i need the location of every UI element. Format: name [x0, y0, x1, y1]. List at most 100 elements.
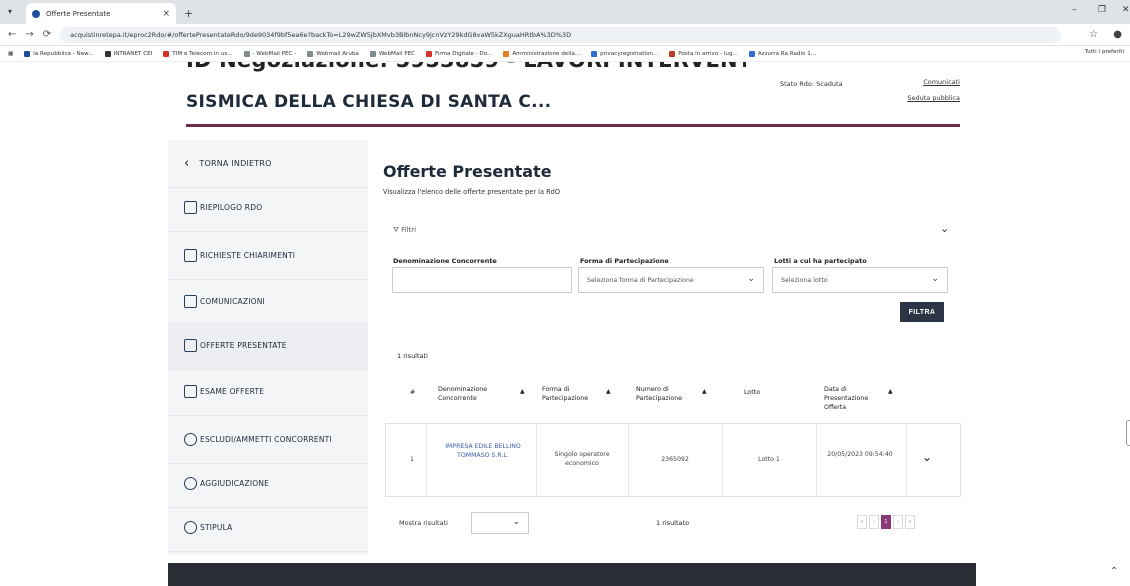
current-page-button[interactable]: 1: [881, 515, 891, 529]
page-size-select[interactable]: ⌄: [471, 512, 529, 534]
cell-forma: Singolo operatore economico: [554, 451, 610, 467]
filters-toggle[interactable]: ⛛ Filtri: [393, 226, 416, 235]
review-icon: [184, 385, 197, 398]
profile-icon[interactable]: ●: [1113, 29, 1122, 40]
sort-icon[interactable]: ▲: [520, 387, 525, 396]
bookmark-item[interactable]: la Repubblica - New...: [24, 50, 94, 57]
sidebar: ‹ TORNA INDIETRO RIEPILOGO RDO RICHIESTE…: [168, 140, 368, 555]
sidebar-item-esame[interactable]: ESAME OFFERTE: [168, 368, 368, 416]
cell-concorrente[interactable]: IMPRESA EDILE BELLINO TOMMASO S.R.L.: [438, 442, 528, 460]
sort-icon[interactable]: ▲: [888, 387, 893, 396]
site-favicon-icon: [32, 9, 40, 18]
sidebar-item-offerte[interactable]: OFFERTE PRESENTATE: [168, 322, 368, 370]
side-panel-handle[interactable]: [1126, 420, 1130, 446]
chevron-down-icon: ⌄: [512, 517, 520, 527]
new-tab-icon[interactable]: +: [184, 7, 193, 20]
bookmark-item[interactable]: privacyregistration...: [591, 50, 658, 57]
bookmark-item[interactable]: WebMail PEC: [369, 50, 415, 57]
section-subtitle: Visualizza l'elenco delle offerte presen…: [383, 188, 561, 196]
lotti-label: Lotti a cui ha partecipato: [774, 257, 867, 265]
back-icon[interactable]: ←: [8, 29, 16, 40]
users-icon: [184, 433, 197, 446]
cell-data: 20/05/2023 09:54:40: [827, 451, 893, 458]
sidebar-item-riepilogo[interactable]: RIEPILOGO RDO: [168, 184, 368, 232]
browser-tab-bar: ▾ Offerte Presentate × + – ❐ ✕: [0, 0, 1130, 24]
bookmark-item[interactable]: Firma Digitale - Do...: [426, 50, 492, 57]
concorrente-input[interactable]: [392, 267, 572, 293]
lotti-select[interactable]: Seleziona lotto ⌄: [772, 267, 948, 293]
next-page-button[interactable]: ›: [893, 515, 903, 529]
tab-close-icon[interactable]: ×: [162, 9, 170, 19]
bookmark-item[interactable]: Posta in arrivo - lug...: [669, 50, 738, 57]
col-header-numero[interactable]: Numero di Partecipazione ▲: [636, 385, 707, 403]
pagination: « ‹ 1 › »: [857, 515, 917, 529]
bookmark-item[interactable]: Azzurra Ra Radio 1...: [748, 50, 816, 57]
handshake-icon: [184, 521, 197, 534]
prev-page-button[interactable]: ‹: [869, 515, 879, 529]
expand-row-chevron-icon[interactable]: ⌄: [922, 450, 932, 464]
bookmark-item[interactable]: TIM e Telecom in us...: [163, 50, 233, 57]
results-count: 1 risultati: [397, 352, 428, 360]
sidebar-item-comunicazioni[interactable]: COMUNICAZIONI: [168, 278, 368, 326]
cell-lotto: Lotto 1: [758, 456, 780, 463]
bookmark-item[interactable]: INTRANET CEI: [104, 50, 152, 57]
total-results: 1 risultato: [656, 519, 690, 527]
col-header-index: #: [410, 389, 416, 396]
page-footer: [168, 563, 976, 586]
show-results-label: Mostra risultati: [399, 519, 448, 527]
sort-icon[interactable]: ▲: [702, 387, 707, 396]
sidebar-item-escludi[interactable]: ESCLUDI/AMMETTI CONCORRENTI: [168, 416, 368, 464]
chevron-down-icon: ⌄: [747, 274, 755, 284]
bookmark-item[interactable]: - WebMail PEC -: [243, 50, 296, 57]
rdo-status: Stato Rdo: Scaduta: [780, 80, 843, 88]
chevron-down-icon: ⌄: [931, 274, 939, 284]
col-header-concorrente[interactable]: Denominazione Concorrente ▲: [438, 385, 525, 403]
reload-icon[interactable]: ⟳: [43, 29, 51, 40]
browser-tab[interactable]: Offerte Presentate ×: [26, 3, 176, 24]
award-icon: [184, 477, 197, 490]
all-bookmarks[interactable]: Tutti i preferiti: [1085, 49, 1124, 55]
bookmark-star-icon[interactable]: ☆: [1089, 29, 1098, 40]
header-divider: [186, 124, 960, 127]
table-row[interactable]: 1 IMPRESA EDILE BELLINO TOMMASO S.R.L. S…: [385, 423, 961, 497]
forward-icon[interactable]: →: [25, 29, 33, 40]
cell-index: 1: [410, 456, 414, 463]
messages-icon: [184, 295, 197, 308]
sidebar-item-chiarimenti[interactable]: RICHIESTE CHIARIMENTI: [168, 232, 368, 280]
back-button[interactable]: ‹ TORNA INDIETRO: [168, 140, 368, 188]
maximize-icon[interactable]: ❐: [1098, 5, 1106, 15]
page: ▾ Offerte Presentate × + – ❐ ✕ ← → ⟳ acq…: [0, 0, 1130, 586]
page-title: SISMICA DELLA CHIESA DI SANTA C...: [186, 92, 552, 112]
tab-list-icon[interactable]: ▾: [8, 7, 12, 16]
close-window-icon[interactable]: ✕: [1122, 5, 1130, 15]
summary-icon: [184, 201, 197, 214]
cell-numero: 2365092: [661, 456, 689, 463]
forma-select[interactable]: Seleziona forma di Partecipazione ⌄: [578, 267, 764, 293]
bookmarks-bar: ▦ la Repubblica - New... INTRANET CEI TI…: [0, 46, 1130, 62]
offers-icon: [184, 339, 197, 352]
concorrente-label: Denominazione Concorrente: [393, 257, 497, 265]
col-header-forma[interactable]: Forma di Partecipazione ▲: [542, 385, 611, 403]
tab-title: Offerte Presentate: [46, 9, 111, 18]
filter-button[interactable]: FILTRA: [900, 302, 944, 322]
apps-icon[interactable]: ▦: [8, 51, 13, 57]
bookmark-item[interactable]: Webmail Aruba: [307, 50, 359, 57]
comunicati-link[interactable]: Comunicati: [900, 78, 960, 86]
seduta-pubblica-link[interactable]: Seduta pubblica: [900, 94, 960, 102]
minimize-icon[interactable]: –: [1072, 5, 1077, 15]
sidebar-item-aggiudicazione[interactable]: AGGIUDICAZIONE: [168, 460, 368, 508]
address-bar: ← → ⟳ acquistinretepa.it/eproc2Rdo/#/off…: [0, 24, 1130, 46]
section-title: Offerte Presentate: [383, 162, 552, 181]
last-page-button[interactable]: »: [905, 515, 915, 529]
bookmark-item[interactable]: Amministrazione della...: [503, 50, 580, 57]
sort-icon[interactable]: ▲: [606, 387, 611, 396]
sidebar-item-stipula[interactable]: STIPULA: [168, 504, 368, 552]
col-header-data[interactable]: Data di Presentazione Offerta ▲: [824, 385, 893, 412]
questions-icon: [184, 249, 197, 262]
negotiation-id-heading: ID Negoziazione: 5953859 - LAVORI INTERV…: [186, 62, 746, 76]
first-page-button[interactable]: «: [857, 515, 867, 529]
col-header-lotto: Lotto: [744, 389, 761, 396]
chevron-down-icon[interactable]: ⌄: [940, 222, 949, 235]
scroll-up-icon[interactable]: ⌃: [1110, 566, 1118, 577]
url-field[interactable]: acquistinretepa.it/eproc2Rdo/#/offertePr…: [60, 26, 1062, 43]
